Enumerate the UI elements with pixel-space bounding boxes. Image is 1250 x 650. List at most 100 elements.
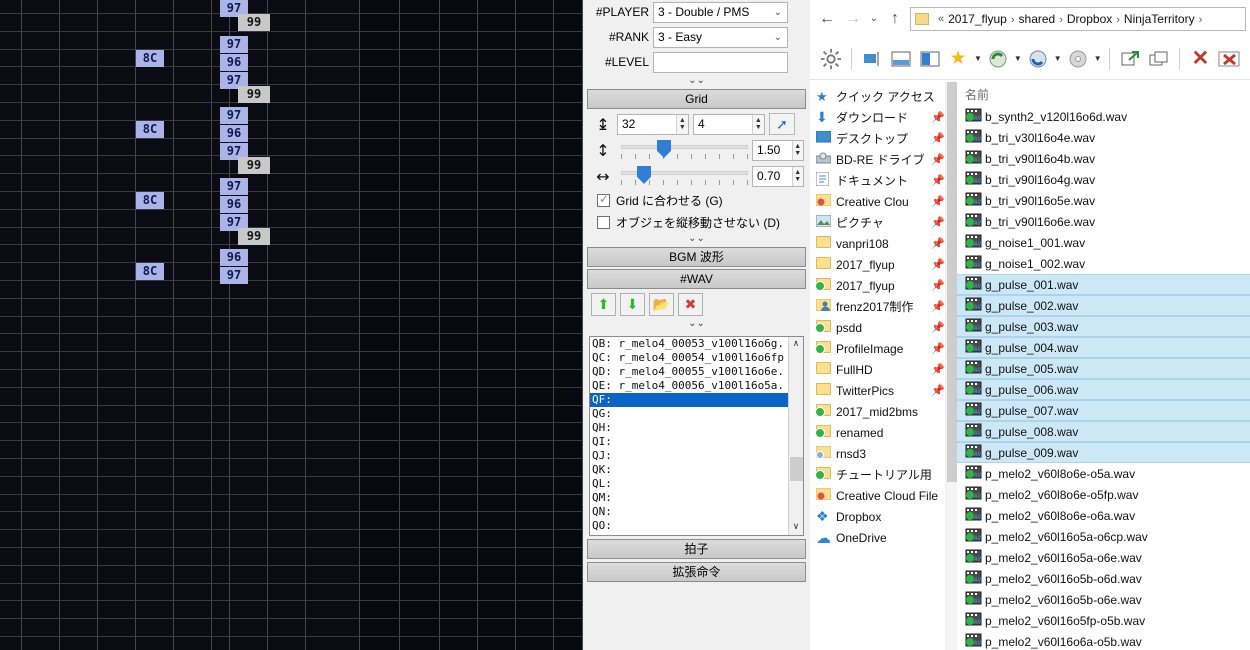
browser-blue-chevron-down-icon[interactable]: ▼ <box>1053 54 1062 63</box>
grid-subdivisions-spinner[interactable]: ▲▼ <box>693 113 765 135</box>
wav-list-item[interactable]: QH: <box>590 421 803 435</box>
nav-pane-item[interactable]: Creative Cloud File <box>810 485 945 506</box>
grid-note[interactable]: 99 <box>238 86 270 103</box>
move-up-icon[interactable]: ⬆ <box>591 293 616 316</box>
property-combobox[interactable]: 3 - Easy ⌄ <box>653 26 788 48</box>
wav-list-item[interactable]: QI: <box>590 435 803 449</box>
file-row[interactable]: AV g_pulse_004.wav <box>957 337 1250 358</box>
no-vertical-move-row[interactable]: オブジェを縦移動させない (D) <box>589 211 804 233</box>
pin-icon[interactable]: 📌 <box>931 153 945 166</box>
grid-column[interactable] <box>98 0 136 650</box>
wav-list-item[interactable]: QM: <box>590 491 803 505</box>
nav-pane-item[interactable]: デスクトップ 📌 <box>810 128 945 149</box>
file-row[interactable]: AV b_tri_v90l16o4g.wav <box>957 169 1250 190</box>
share-icon[interactable] <box>1117 44 1143 74</box>
file-row[interactable]: AV b_tri_v90l16o4b.wav <box>957 148 1250 169</box>
grid-column[interactable] <box>136 0 174 650</box>
grid-divisions-spinner[interactable]: ▲▼ <box>617 113 689 135</box>
grid-note[interactable]: 8C <box>136 263 164 280</box>
back-icon[interactable]: ← <box>814 6 840 32</box>
breadcrumb-separator[interactable]: › <box>1116 14 1120 26</box>
snap-to-grid-row[interactable]: Grid に合わせる (G) <box>589 189 804 211</box>
nav-pane-item[interactable]: 2017_flyup 📌 <box>810 275 945 296</box>
pin-icon[interactable]: 📌 <box>931 195 945 208</box>
file-row[interactable]: AV b_synth2_v120l16o6d.wav <box>957 106 1250 127</box>
wav-list-item[interactable]: QC: r_melo4_00054_v100l16o6fp <box>590 351 803 365</box>
editor-bottom-button[interactable]: 拍子 <box>587 539 806 559</box>
file-row[interactable]: AV p_melo2_v60l16o5a-o6e.wav <box>957 547 1250 568</box>
pin-icon[interactable]: 📌 <box>931 237 945 250</box>
grid-column[interactable] <box>174 0 212 650</box>
grid-column[interactable] <box>60 0 98 650</box>
grid-note[interactable]: 96 <box>220 54 248 71</box>
close-red-x-icon[interactable]: ✕ <box>1187 44 1213 74</box>
grid-column[interactable] <box>306 0 360 650</box>
open-folder-icon[interactable]: 📂 <box>649 293 674 316</box>
file-row[interactable]: AV p_melo2_v60l16o5b-o6e.wav <box>957 589 1250 610</box>
file-row[interactable]: AV g_pulse_006.wav <box>957 379 1250 400</box>
breadcrumb-separator[interactable]: › <box>1011 14 1015 26</box>
disc-chevron-down-icon[interactable]: ▼ <box>1093 54 1102 63</box>
grid-column[interactable] <box>516 0 554 650</box>
grid-column[interactable] <box>554 0 583 650</box>
pin-icon[interactable]: 📌 <box>931 174 945 187</box>
wav-scroll-thumb[interactable] <box>790 457 803 481</box>
file-row[interactable]: AV p_melo2_v60l8o6e-o5a.wav <box>957 463 1250 484</box>
file-row[interactable]: AV g_noise1_001.wav <box>957 232 1250 253</box>
browser-green-chevron-down-icon[interactable]: ▼ <box>1013 54 1022 63</box>
nav-pane-item[interactable]: ドキュメント 📌 <box>810 170 945 191</box>
pin-icon[interactable]: 📌 <box>931 132 945 145</box>
grid-note[interactable]: 8C <box>136 192 164 209</box>
grid-note[interactable]: 99 <box>238 228 270 245</box>
nav-pane-item[interactable]: rnsd3 <box>810 443 945 464</box>
grid-note[interactable]: 97 <box>220 267 248 284</box>
grid-subdivisions-input[interactable] <box>694 114 752 134</box>
grid-note[interactable]: 8C <box>136 121 164 138</box>
wav-scroll-down-icon[interactable]: ∨ <box>789 520 803 535</box>
vertical-zoom-input[interactable] <box>753 140 792 160</box>
nav-pane-item[interactable]: Creative Clou 📌 <box>810 191 945 212</box>
file-row[interactable]: AV g_pulse_008.wav <box>957 421 1250 442</box>
wav-list-item[interactable]: QO: <box>590 519 803 533</box>
grid-note[interactable]: 97 <box>220 107 248 124</box>
pin-icon[interactable]: 📌 <box>931 216 945 229</box>
pin-icon[interactable]: 📌 <box>931 384 945 397</box>
file-row[interactable]: AV p_melo2_v60l8o6e-o6a.wav <box>957 505 1250 526</box>
wav-list-scrollbar[interactable]: ∧ ∨ <box>788 337 803 535</box>
pin-icon[interactable]: 📌 <box>931 111 945 124</box>
nav-pane-item[interactable]: ★ クイック アクセス <box>810 86 945 107</box>
file-row[interactable]: AV g_pulse_003.wav <box>957 316 1250 337</box>
pin-icon[interactable]: 📌 <box>931 363 945 376</box>
up-icon[interactable]: ↑ <box>882 6 908 32</box>
collapse-toggle-2[interactable]: ⌄⌄ <box>583 233 810 247</box>
horizontal-zoom-spinner[interactable]: ▲▼ <box>752 165 804 187</box>
move-down-icon[interactable]: ⬇ <box>620 293 645 316</box>
nav-pane-item[interactable]: FullHD 📌 <box>810 359 945 380</box>
grid-divisions-arrows[interactable]: ▲ ▼ <box>675 114 688 134</box>
file-row[interactable]: AV g_pulse_002.wav <box>957 295 1250 316</box>
nav-pane-item[interactable]: 2017_mid2bms <box>810 401 945 422</box>
snap-to-grid-checkbox[interactable] <box>597 192 610 207</box>
disc-icon[interactable] <box>1064 44 1090 74</box>
chevron-down-icon[interactable]: ⌄ <box>774 32 782 43</box>
pin-icon[interactable]: 📌 <box>931 321 945 334</box>
pin-icon[interactable]: 📌 <box>931 342 945 355</box>
wav-scroll-up-icon[interactable]: ∧ <box>789 337 803 352</box>
favorites-chevron-down-icon[interactable]: ▼ <box>973 54 982 63</box>
chevron-down-icon[interactable]: ⌄ <box>774 7 782 18</box>
horizontal-zoom-input[interactable] <box>753 166 792 186</box>
nav-pane-scroll-thumb[interactable] <box>947 82 957 482</box>
file-row[interactable]: AV b_tri_v30l16o4e.wav <box>957 127 1250 148</box>
file-row[interactable]: AV g_noise1_002.wav <box>957 253 1250 274</box>
recent-locations-icon[interactable]: ⌄ <box>866 6 882 32</box>
navigation-pane[interactable]: ★ クイック アクセス ⬇ ダウンロード 📌 デスクトップ 📌 BD-RE ドライブ 📌 ドキュメ… <box>810 82 945 650</box>
grid-divisions-input[interactable] <box>618 114 676 134</box>
pin-icon[interactable]: 📌 <box>931 300 945 313</box>
grid-note[interactable]: 97 <box>220 178 248 195</box>
property-combobox[interactable]: 3 - Double / PMS ⌄ <box>653 1 788 23</box>
column-header-name[interactable]: 名前 <box>957 82 1250 106</box>
file-list-pane[interactable]: 名前 AV b_synth2_v120l16o6d.wav AV b_tri_v30l… <box>957 82 1250 650</box>
wav-list-item[interactable]: QG: <box>590 407 803 421</box>
grid-note[interactable]: 96 <box>220 196 248 213</box>
wav-list[interactable]: QB: r_melo4_00053_v100l16o6g. QC: r_melo4… <box>589 336 804 536</box>
